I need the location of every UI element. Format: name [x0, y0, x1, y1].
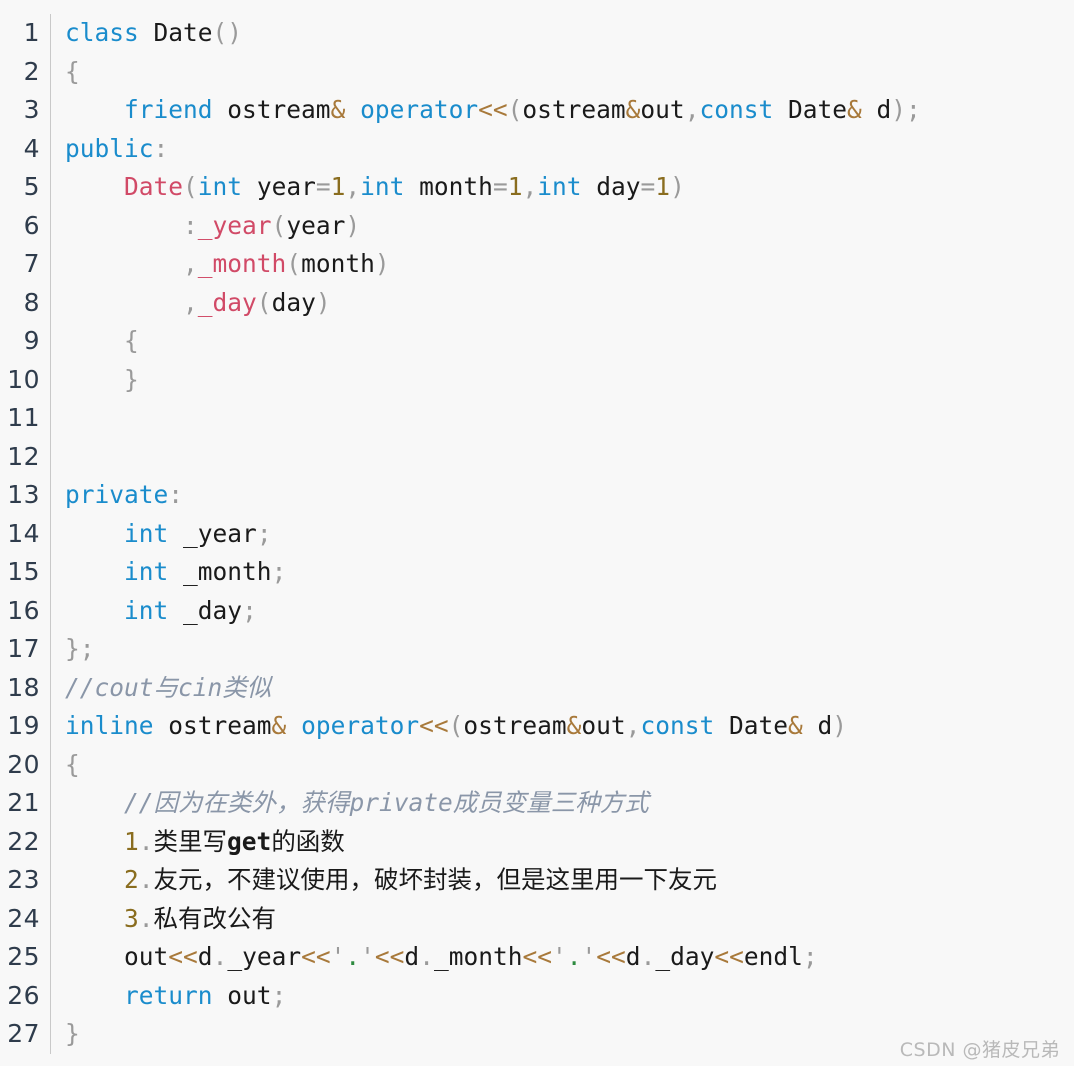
code-line: 22 1.类里写get的函数: [0, 822, 1074, 861]
code-line: 24 3.私有改公有: [0, 899, 1074, 938]
code-line-content: };: [65, 634, 95, 663]
line-number: 13: [7, 480, 40, 509]
code-line-content: Date(int year=1,int month=1,int day=1): [124, 172, 685, 201]
code-line-content: int _year;: [124, 518, 272, 548]
line-number: 6: [23, 210, 40, 240]
line-number: 21: [7, 788, 40, 817]
code-line: 2 {: [0, 52, 1074, 91]
line-number: 12: [7, 441, 40, 471]
line-number: 9: [23, 326, 40, 355]
code-line-content: int _day;: [124, 595, 257, 625]
line-number: 7: [23, 249, 40, 278]
line-number: 8: [23, 287, 40, 317]
code-line: 13 private:: [0, 476, 1074, 515]
code-line: 14 int _year;: [0, 514, 1074, 553]
code-line: 9 {: [0, 322, 1074, 361]
code-line: 12: [0, 437, 1074, 477]
code-line-content: }: [124, 364, 139, 394]
code-line: 17 };: [0, 630, 1074, 669]
line-number: 1: [23, 18, 40, 47]
code-line: 6 :_year(year): [0, 206, 1074, 245]
code-line-content: 1.类里写get的函数: [124, 826, 345, 856]
code-block: 1 class Date() 2 { 3 friend ostream& ope…: [0, 0, 1074, 1066]
line-number: 27: [7, 1019, 40, 1048]
code-line-content: [51, 438, 1074, 477]
line-number: 19: [7, 711, 40, 740]
line-number: 5: [23, 172, 40, 201]
code-line: 21 //因为在类外，获得private成员变量三种方式: [0, 784, 1074, 823]
code-line: 26 return out;: [0, 976, 1074, 1015]
line-number: 18: [7, 672, 40, 702]
line-number: 11: [7, 403, 40, 432]
code-line-content: return out;: [124, 980, 287, 1010]
code-line: 5 Date(int year=1,int month=1,int day=1): [0, 168, 1074, 207]
code-line: 20 {: [0, 745, 1074, 784]
code-line: 7 ,_month(month): [0, 245, 1074, 284]
line-number: 10: [7, 364, 40, 394]
line-number: 15: [7, 557, 40, 586]
code-line-content: out<<d._year<<'.'<<d._month<<'.'<<d._day…: [124, 942, 818, 971]
code-line: 1 class Date(): [0, 14, 1074, 53]
code-line-content: {: [124, 326, 139, 355]
code-line: 23 2.友元，不建议使用，破坏封装，但是这里用一下友元: [0, 861, 1074, 900]
code-line: 11: [0, 399, 1074, 438]
code-line-content: [51, 399, 1074, 438]
code-line-content: inline ostream& operator<<(ostream&out,c…: [65, 711, 848, 740]
line-number: 16: [7, 595, 40, 625]
code-line-content: private:: [65, 480, 184, 509]
line-number: 26: [7, 980, 40, 1010]
code-line-content: {: [65, 56, 80, 86]
code-line: 19 inline ostream& operator<<(ostream&ou…: [0, 707, 1074, 746]
line-number: 20: [7, 749, 40, 779]
code-line-content: 2.友元，不建议使用，破坏封装，但是这里用一下友元: [124, 865, 718, 894]
line-number: 24: [7, 903, 40, 933]
code-line-content: :_year(year): [183, 210, 361, 240]
code-line-content: 3.私有改公有: [124, 903, 277, 933]
code-line: 25 out<<d._year<<'.'<<d._month<<'.'<<d._…: [0, 938, 1074, 977]
code-line: 8 ,_day(day): [0, 283, 1074, 322]
line-number: 22: [7, 826, 40, 856]
code-line-content: //因为在类外，获得private成员变量三种方式: [124, 788, 649, 817]
code-line-content: ,_month(month): [183, 249, 390, 278]
code-line: 3 friend ostream& operator<<(ostream&out…: [0, 91, 1074, 130]
csdn-watermark: CSDN @猪皮兄弟: [899, 1038, 1060, 1061]
line-number: 2: [23, 56, 40, 86]
code-line-content: //cout与cin类似: [65, 672, 272, 702]
code-line-content: ,_day(day): [183, 287, 331, 317]
code-line: 16 int _day;: [0, 591, 1074, 630]
code-line: 18 //cout与cin类似: [0, 668, 1074, 707]
line-number: 23: [7, 865, 40, 894]
line-number: 14: [7, 518, 40, 548]
code-line: 10 }: [0, 360, 1074, 399]
line-number: 3: [23, 95, 40, 124]
code-line: 15 int _month;: [0, 553, 1074, 592]
code-line-content: {: [65, 749, 80, 779]
code-line-content: friend ostream& operator<<(ostream&out,c…: [124, 95, 921, 124]
line-number: 17: [7, 634, 40, 663]
code-line-content: public:: [65, 133, 169, 163]
code-line-content: int _month;: [124, 557, 287, 586]
line-number: 4: [23, 133, 40, 163]
line-number: 25: [7, 942, 40, 971]
code-line-content: class Date(): [65, 18, 243, 47]
code-line: 4 public:: [0, 129, 1074, 168]
